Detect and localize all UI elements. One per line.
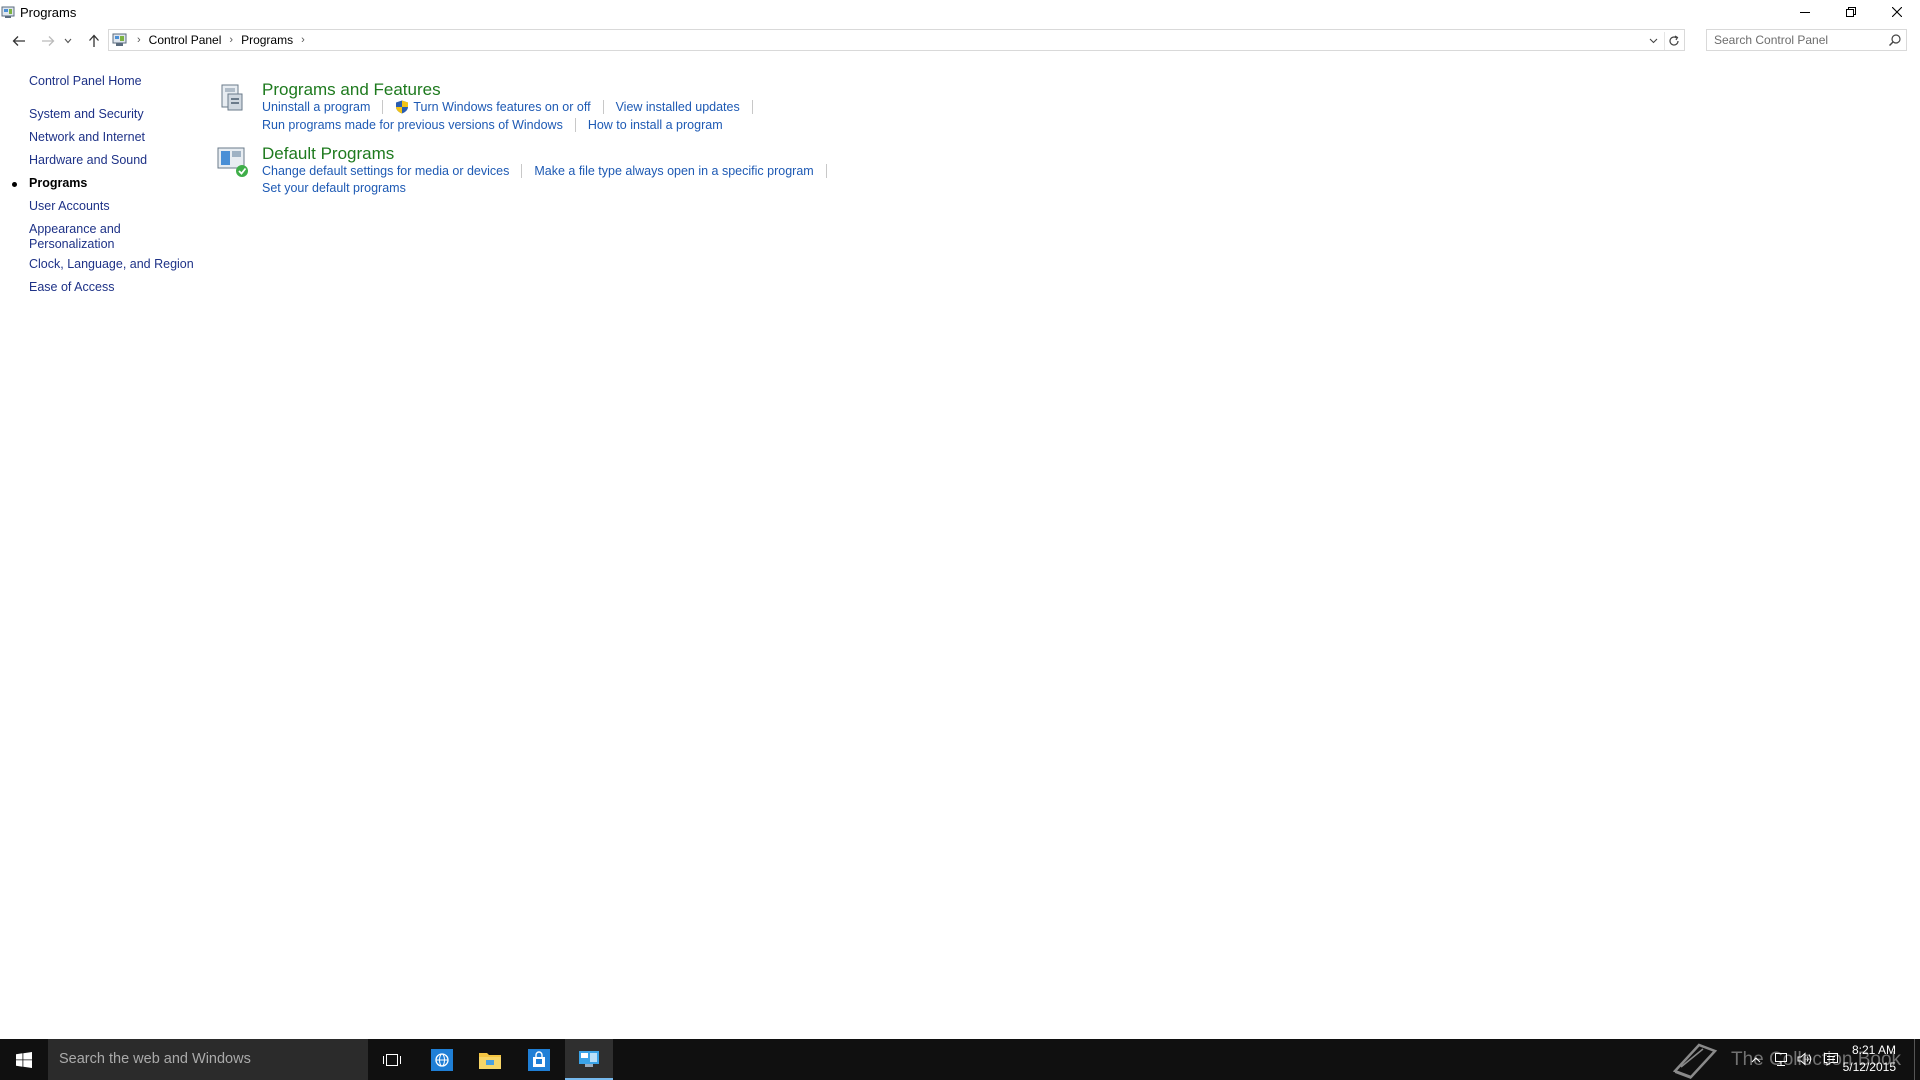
forward-button[interactable]	[38, 31, 58, 51]
uac-shield-icon	[396, 100, 409, 114]
start-button[interactable]	[0, 1039, 48, 1080]
uninstall-program-link[interactable]: Uninstall a program	[262, 100, 370, 114]
restore-button[interactable]	[1828, 0, 1874, 24]
close-icon	[1892, 7, 1902, 17]
window-title: Programs	[20, 5, 77, 20]
forward-arrow-icon	[42, 36, 55, 46]
link-divider	[574, 118, 576, 132]
back-button[interactable]	[9, 31, 29, 51]
view-installed-updates-link[interactable]: View installed updates	[616, 100, 740, 114]
taskbar-search-placeholder: Search the web and Windows	[59, 1051, 251, 1067]
sidebar-item-user-accounts[interactable]: User Accounts	[29, 199, 110, 214]
default-programs-links-row1: Change default settings for media or dev…	[262, 164, 839, 178]
restore-icon	[1846, 7, 1856, 17]
file-type-association-link[interactable]: Make a file type always open in a specif…	[534, 164, 813, 178]
up-arrow-icon	[89, 34, 99, 47]
sidebar-item-clock-language-region[interactable]: Clock, Language, and Region	[29, 257, 194, 272]
taskbar: Search the web and Windows The Collectio…	[0, 1039, 1920, 1080]
link-divider	[521, 164, 523, 178]
sidebar-item-network-and-internet[interactable]: Network and Internet	[29, 130, 145, 145]
window-controls	[1782, 0, 1920, 24]
breadcrumb-separator: ›	[137, 34, 141, 46]
link-divider	[825, 164, 827, 178]
notifications-icon	[1824, 1053, 1838, 1066]
taskbar-clock[interactable]: 8:21 AM 5/12/2015	[1843, 1042, 1896, 1076]
address-bar[interactable]: › Control Panel › Programs ›	[108, 29, 1685, 51]
taskbar-browser-button[interactable]	[418, 1039, 466, 1080]
set-default-programs-link[interactable]: Set your default programs	[262, 181, 406, 195]
default-programs-links-row2: Set your default programs	[262, 181, 406, 195]
sidebar-item-programs[interactable]: Programs	[29, 176, 87, 191]
breadcrumb-programs[interactable]: Programs	[241, 33, 293, 47]
taskbar-search-box[interactable]: Search the web and Windows	[48, 1039, 368, 1080]
sidebar-item-ease-of-access[interactable]: Ease of Access	[29, 280, 114, 295]
breadcrumb-separator: ›	[229, 34, 234, 46]
change-default-media-settings-link[interactable]: Change default settings for media or dev…	[262, 164, 509, 178]
task-view-button[interactable]	[368, 1039, 416, 1080]
refresh-button[interactable]	[1664, 32, 1682, 50]
link-divider	[602, 100, 604, 114]
windows-features-link[interactable]: Turn Windows features on or off	[395, 100, 591, 114]
programs-and-features-title[interactable]: Programs and Features	[262, 80, 441, 100]
speaker-icon	[1797, 1052, 1812, 1066]
breadcrumb-control-panel[interactable]: Control Panel	[149, 33, 222, 47]
breadcrumb-separator[interactable]: ›	[301, 34, 305, 46]
up-button[interactable]	[84, 31, 104, 51]
run-older-programs-link[interactable]: Run programs made for previous versions …	[262, 118, 563, 132]
current-item-bullet	[12, 182, 17, 187]
action-center-button[interactable]	[1823, 1051, 1839, 1067]
control-panel-icon	[579, 1050, 599, 1067]
recent-locations-button[interactable]	[62, 31, 74, 51]
navigation-bar: › Control Panel › Programs ›	[0, 28, 1920, 54]
link-divider	[751, 100, 753, 114]
search-box	[1706, 29, 1907, 51]
close-button[interactable]	[1874, 0, 1920, 24]
link-divider	[382, 100, 384, 114]
minimize-icon	[1800, 12, 1810, 13]
browser-icon	[431, 1048, 453, 1071]
windows-features-link-text: Turn Windows features on or off	[413, 100, 591, 114]
search-icon[interactable]	[1888, 33, 1902, 47]
control-panel-icon	[1, 6, 15, 18]
taskbar-file-explorer-button[interactable]	[466, 1039, 514, 1080]
sidebar-item-appearance-line1[interactable]: Appearance and	[29, 222, 121, 237]
chevron-down-icon	[1649, 38, 1657, 44]
taskbar-control-panel-button[interactable]	[565, 1039, 613, 1080]
sidebar-item-appearance-line2[interactable]: Personalization	[29, 237, 114, 252]
show-desktop-button[interactable]	[1914, 1039, 1920, 1080]
clock-time: 8:21 AM	[1851, 1043, 1896, 1057]
minimize-button[interactable]	[1782, 0, 1828, 24]
programs-features-icon	[221, 84, 243, 111]
task-view-icon	[383, 1053, 401, 1066]
volume-tray-button[interactable]	[1797, 1051, 1813, 1067]
breadcrumb: › Control Panel › Programs ›	[133, 33, 313, 47]
windows-logo-icon	[16, 1051, 32, 1068]
show-hidden-icons-button[interactable]	[1748, 1051, 1764, 1067]
control-panel-icon	[112, 33, 127, 46]
chevron-up-icon	[1751, 1056, 1761, 1062]
default-programs-icon	[217, 147, 248, 177]
taskbar-store-button[interactable]	[515, 1039, 563, 1080]
network-tray-button[interactable]	[1773, 1051, 1789, 1067]
folder-icon	[479, 1052, 501, 1069]
store-icon	[528, 1048, 550, 1071]
network-icon	[1775, 1053, 1787, 1066]
how-to-install-link[interactable]: How to install a program	[588, 118, 723, 132]
sidebar-item-control-panel-home[interactable]: Control Panel Home	[29, 74, 142, 89]
clock-date: 5/12/2015	[1842, 1060, 1896, 1074]
search-input[interactable]	[1707, 30, 1877, 50]
programs-and-features-links-row1: Uninstall a program Turn Windows feature…	[262, 100, 765, 114]
sidebar-item-system-and-security[interactable]: System and Security	[29, 107, 144, 122]
book-logo-icon	[1672, 1043, 1718, 1079]
chevron-down-icon	[64, 38, 72, 44]
refresh-icon	[1668, 35, 1679, 46]
title-bar: Programs	[0, 0, 1920, 24]
sidebar-item-hardware-and-sound[interactable]: Hardware and Sound	[29, 153, 147, 168]
address-history-button[interactable]	[1646, 34, 1660, 48]
back-arrow-icon	[12, 36, 25, 46]
default-programs-title[interactable]: Default Programs	[262, 144, 394, 164]
programs-and-features-links-row2: Run programs made for previous versions …	[262, 118, 723, 132]
